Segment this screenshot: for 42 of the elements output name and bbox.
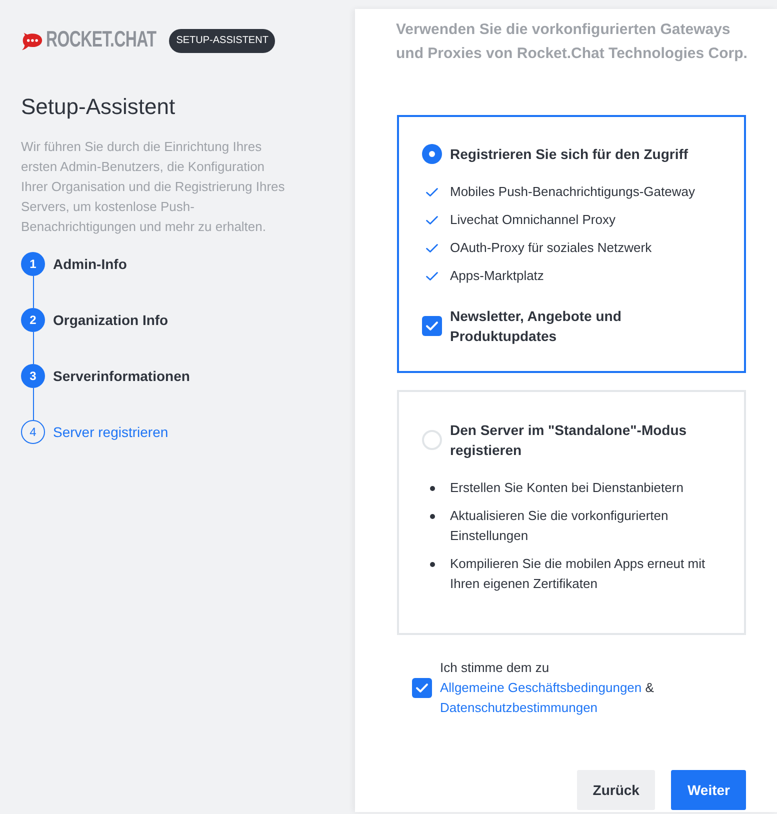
setup-badge: SETUP-ASSISTENT	[169, 29, 276, 53]
step-label: Server registrieren	[53, 423, 168, 442]
feature-text: OAuth-Proxy für soziales Netzwerk	[450, 239, 653, 257]
option-title: Registrieren Sie sich für den Zugriff	[450, 145, 688, 164]
step-number: 3	[21, 364, 45, 388]
option-card[interactable]: Registrieren Sie sich für den Zugriff Mobiles Push-Benachrichtigungs-Gateway Livechat Omnichannel Proxy OAuth-Proxy für soziales Netzwerk Apps-Marktplatz Newsletter, Angebote und Produktupdates	[397, 115, 746, 373]
check-icon	[426, 272, 438, 280]
speech-bubble-logo-icon	[21, 30, 43, 52]
check-icon	[426, 216, 438, 224]
option-card[interactable]	[397, 390, 746, 635]
step-label: Serverinformationen	[53, 367, 190, 386]
newsletter-checkbox[interactable]	[422, 316, 442, 336]
feature-text: Aktualisieren Sie die vorkonfigurierten Einstellungen	[450, 507, 670, 545]
option-title: Den Server im "Standalone"-Modus registieren	[450, 421, 688, 460]
feature-text: Mobiles Push-Benachrichtigungs-Gateway	[450, 183, 696, 201]
check-icon	[426, 188, 438, 196]
back-button[interactable]: Zurück	[576, 770, 656, 810]
radio-button[interactable]	[422, 430, 442, 450]
step-number: 4	[21, 420, 45, 444]
policy-link[interactable]: Datenschutzbestimmungen	[440, 700, 598, 715]
step-number: 2	[21, 308, 45, 332]
logo-wordmark: ROCKET.CHAT	[46, 27, 156, 54]
step-label: Organization Info	[53, 311, 168, 330]
terms-text: Ich stimme dem zu Allgemeine Geschäftsbedingungen & Datenschutzbestimmungen	[440, 659, 655, 717]
bullet-icon	[430, 486, 434, 490]
feature-text: Livechat Omnichannel Proxy	[450, 211, 616, 229]
sidebar-description: Wir führen Sie durch die Einrichtung Ihres ersten Admin-Benutzers, die Konfiguration Ihrer Organisation und die Registrierung Ihres Servers, um kostenlose Push-Benachrichtigungen und mehr zu erhalten.	[21, 138, 286, 236]
bullet-icon	[430, 562, 434, 566]
terms-checkbox[interactable]	[412, 678, 432, 698]
step-number: 1	[21, 252, 45, 276]
newsletter-label: Newsletter, Angebote und Produktupdates	[450, 307, 622, 346]
feature-text: Kompilieren Sie die mobilen Apps erneut mit Ihren eigenen Zertifikaten	[450, 555, 706, 593]
bullet-icon	[430, 514, 434, 518]
radio-button[interactable]	[422, 144, 442, 164]
intro-text: Verwenden Sie die vorkonfigurierten Gateways und Proxies von Rocket.Chat Technologies Corp.	[396, 20, 748, 64]
policy-link[interactable]: Allgemeine Geschäftsbedingungen	[440, 680, 642, 695]
next-button[interactable]: Weiter	[671, 770, 746, 810]
sidebar-title: Setup-Assistent	[21, 93, 176, 121]
feature-text: Apps-Marktplatz	[450, 267, 545, 285]
check-icon	[426, 244, 438, 252]
step-label: Admin-Info	[53, 255, 127, 274]
feature-text: Erstellen Sie Konten bei Dienstanbietern	[450, 479, 684, 497]
